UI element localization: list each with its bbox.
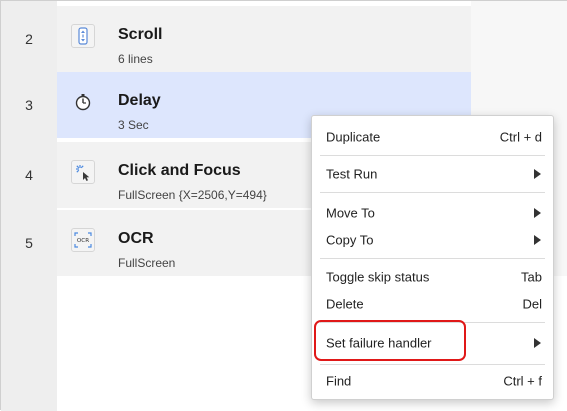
ocr-icon: OCR	[71, 228, 95, 252]
menu-item-label: Delete	[326, 296, 364, 312]
step-number: 3	[25, 97, 33, 113]
menu-item-label: Move To	[326, 205, 375, 221]
menu-item-test-run[interactable]: Test Run	[312, 161, 553, 187]
step-number: 5	[25, 235, 33, 251]
timer-icon	[71, 90, 95, 114]
step-number: 4	[25, 167, 33, 183]
menu-separator	[320, 364, 545, 365]
step-title: Click and Focus	[118, 162, 241, 179]
step-title: Delay	[118, 92, 161, 109]
submenu-arrow-icon	[534, 235, 541, 245]
highlight-annotation-box	[314, 320, 466, 361]
svg-text:OCR: OCR	[77, 238, 89, 244]
menu-item-shortcut: Tab	[521, 269, 542, 285]
submenu-arrow-icon	[534, 208, 541, 218]
menu-item-copy-to[interactable]: Copy To	[312, 227, 553, 253]
step-number-gutter-empty	[1, 276, 57, 411]
scroll-icon	[71, 24, 95, 48]
menu-item-shortcut: Del	[522, 296, 542, 312]
menu-separator	[320, 258, 545, 259]
menu-item-label: Toggle skip status	[326, 269, 430, 285]
step-subtitle: FullScreen	[118, 256, 176, 270]
macro-steps-panel: 2 Scroll 6 lines 3 Delay 3 Sec 4 Click a…	[0, 0, 567, 411]
step-subtitle: 6 lines	[118, 52, 153, 66]
menu-item-move-to[interactable]: Move To	[312, 200, 553, 226]
step-title: OCR	[118, 230, 154, 247]
menu-item-shortcut: Ctrl + f	[503, 373, 542, 389]
step-subtitle: 3 Sec	[118, 118, 149, 132]
menu-item-label: Duplicate	[326, 129, 381, 145]
step-subtitle: FullScreen {X=2506,Y=494}	[118, 188, 267, 202]
menu-item-label: Test Run	[326, 166, 378, 182]
step-number: 2	[25, 31, 33, 47]
submenu-arrow-icon	[534, 338, 541, 348]
click-cursor-icon	[71, 160, 95, 184]
menu-item-label: Find	[326, 373, 352, 389]
menu-item-toggle-skip-status[interactable]: Toggle skip status Tab	[312, 264, 553, 290]
submenu-arrow-icon	[534, 169, 541, 179]
menu-separator	[320, 192, 545, 193]
menu-item-label: Copy To	[326, 232, 374, 248]
step-row-scroll[interactable]: 2 Scroll 6 lines	[1, 6, 471, 72]
menu-item-shortcut: Ctrl + d	[499, 129, 542, 145]
step-title: Scroll	[118, 26, 163, 43]
menu-separator	[320, 155, 545, 156]
menu-item-delete[interactable]: Delete Del	[312, 291, 553, 317]
menu-item-duplicate[interactable]: Duplicate Ctrl + d	[312, 124, 553, 150]
menu-item-find[interactable]: Find Ctrl + f	[312, 368, 553, 394]
